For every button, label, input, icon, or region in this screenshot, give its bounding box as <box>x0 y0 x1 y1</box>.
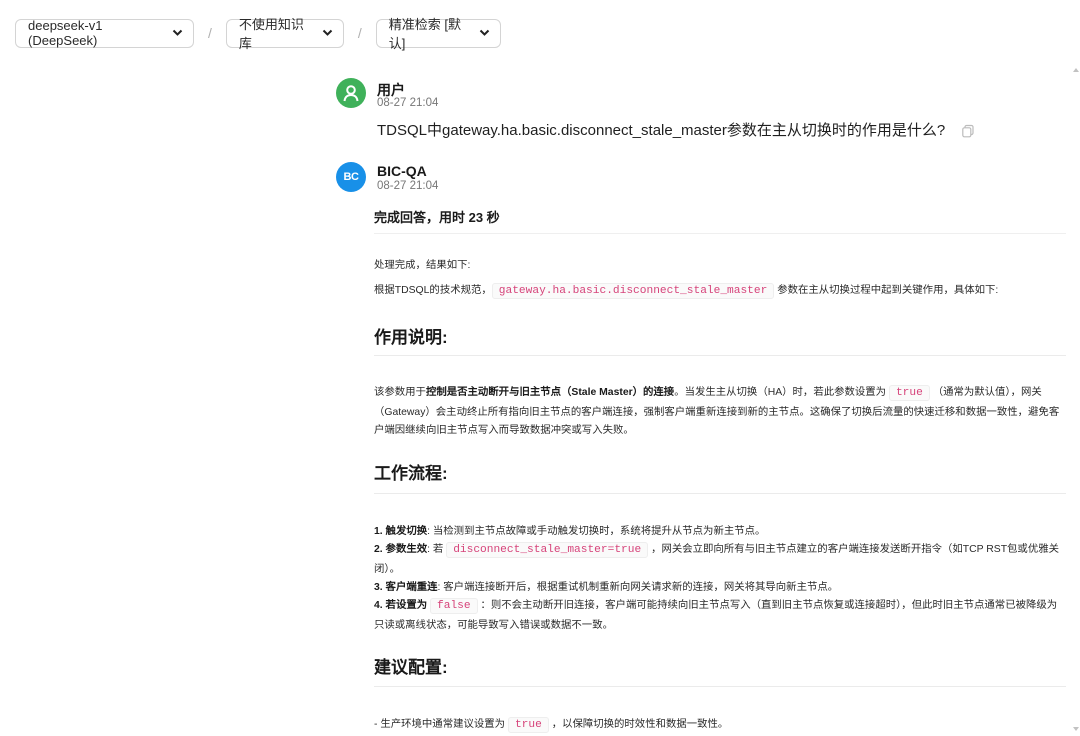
inline-code: disconnect_stale_master=true <box>446 542 649 559</box>
text: : 当检测到主节点故障或手动触发切换时，系统将提升从节点为新主节点。 <box>427 526 766 537</box>
bold-text: 控制是否主动断开与旧主节点（Stale Master）的连接 <box>425 387 675 398</box>
message-text: TDSQL中gateway.ha.basic.disconnect_stale_… <box>377 119 975 140</box>
answer-intro: 处理完成，结果如下: <box>374 260 471 271</box>
text: - 生产环境中通常建议设置为 <box>374 719 506 730</box>
list-item: 2. 参数生效: 若 disconnect_stale_master=true … <box>374 541 1066 579</box>
copy-icon[interactable] <box>961 124 975 138</box>
bold-text: 4. 若设置为 <box>374 600 428 612</box>
question-text: TDSQL中gateway.ha.basic.disconnect_stale_… <box>377 122 946 139</box>
divider <box>374 686 1066 687</box>
list-item: 1. 触发切换: 当检测到主节点故障或手动触发切换时，系统将提升从节点为新主节点… <box>374 523 1066 541</box>
basis-prefix: 根据TDSQL的技术规范， <box>374 285 492 296</box>
workflow-list: 1. 触发切换: 当检测到主节点故障或手动触发切换时，系统将提升从节点为新主节点… <box>374 523 1066 635</box>
search-mode-label: 精准检索 [默认] <box>388 17 462 51</box>
inline-code: true <box>507 717 549 733</box>
bold-text: 1. 触发切换 <box>374 526 428 537</box>
section-paragraph: 该参数用于控制是否主动断开与旧主节点（Stale Master）的连接。当发生主… <box>374 384 1066 440</box>
search-mode-select[interactable]: 精准检索 [默认] <box>375 17 501 51</box>
answer-basis: 根据TDSQL的技术规范， gateway.ha.basic.disconnect… <box>374 282 998 302</box>
section-title: 工作流程: <box>374 464 448 483</box>
config-paragraph: - 生产环境中通常建议设置为 true ，以保障切换的时效性和数据一致性。 <box>374 716 1066 736</box>
list-item: 3. 客户端重连: 客户端连接断开后，根据重试机制重新向网关请求新的连接，网关将… <box>374 579 1066 597</box>
answer-status: 完成回答，用时 23 秒 <box>374 210 500 225</box>
toolbar: deepseek-v1 (DeepSeek) / 不使用知识库 / 精准检索 [… <box>15 17 501 51</box>
model-select-label: deepseek-v1 (DeepSeek) <box>28 18 103 48</box>
text: : 若 <box>427 544 444 556</box>
text: ，以保障切换的时效性和数据一致性。 <box>551 719 729 730</box>
knowledge-base-label: 不使用知识库 <box>238 17 304 51</box>
message-author: BIC-QA <box>377 163 427 179</box>
bold-text: 3. 客户端重连 <box>374 582 438 593</box>
model-select[interactable]: deepseek-v1 (DeepSeek) <box>15 18 194 48</box>
separator: / <box>357 25 362 41</box>
section-title: 建议配置: <box>374 658 448 677</box>
text: 。当发生主从切换（HA）时，若此参数设置为 <box>674 387 887 398</box>
assistant-avatar-text: BC <box>343 171 359 183</box>
scrollbar[interactable] <box>1072 72 1080 736</box>
separator: / <box>208 25 212 41</box>
divider <box>374 355 1066 356</box>
scroll-up-arrow-icon[interactable] <box>1073 68 1079 72</box>
divider <box>374 233 1066 234</box>
basis-suffix: 参数在主从切换过程中起到关键作用，具体如下: <box>777 285 999 296</box>
scroll-down-arrow-icon[interactable] <box>1073 727 1079 731</box>
section-title: 作用说明: <box>374 328 448 347</box>
inline-code: gateway.ha.basic.disconnect_stale_master <box>491 283 775 299</box>
divider <box>374 493 1066 494</box>
chevron-down-icon <box>172 27 183 39</box>
assistant-avatar: BC <box>336 162 366 192</box>
text: 该参数用于 <box>374 387 426 398</box>
message-time: 08-27 21:04 <box>377 180 439 192</box>
knowledge-base-select[interactable]: 不使用知识库 <box>225 17 344 51</box>
bold-text: 2. 参数生效 <box>374 544 428 556</box>
list-item: 4. 若设置为 false ：则不会主动断开旧连接，客户端可能持续向旧主节点写入… <box>374 597 1066 635</box>
user-icon <box>343 85 359 102</box>
message-time: 08-27 21:04 <box>377 97 439 109</box>
text: : 客户端连接断开后，根据重试机制重新向网关请求新的连接，网关将其导向新主节点。 <box>437 582 839 593</box>
chevron-down-icon <box>479 27 490 39</box>
inline-code: false <box>430 598 478 615</box>
inline-code: true <box>888 385 930 401</box>
user-avatar <box>336 78 366 108</box>
chevron-down-icon <box>322 27 333 39</box>
